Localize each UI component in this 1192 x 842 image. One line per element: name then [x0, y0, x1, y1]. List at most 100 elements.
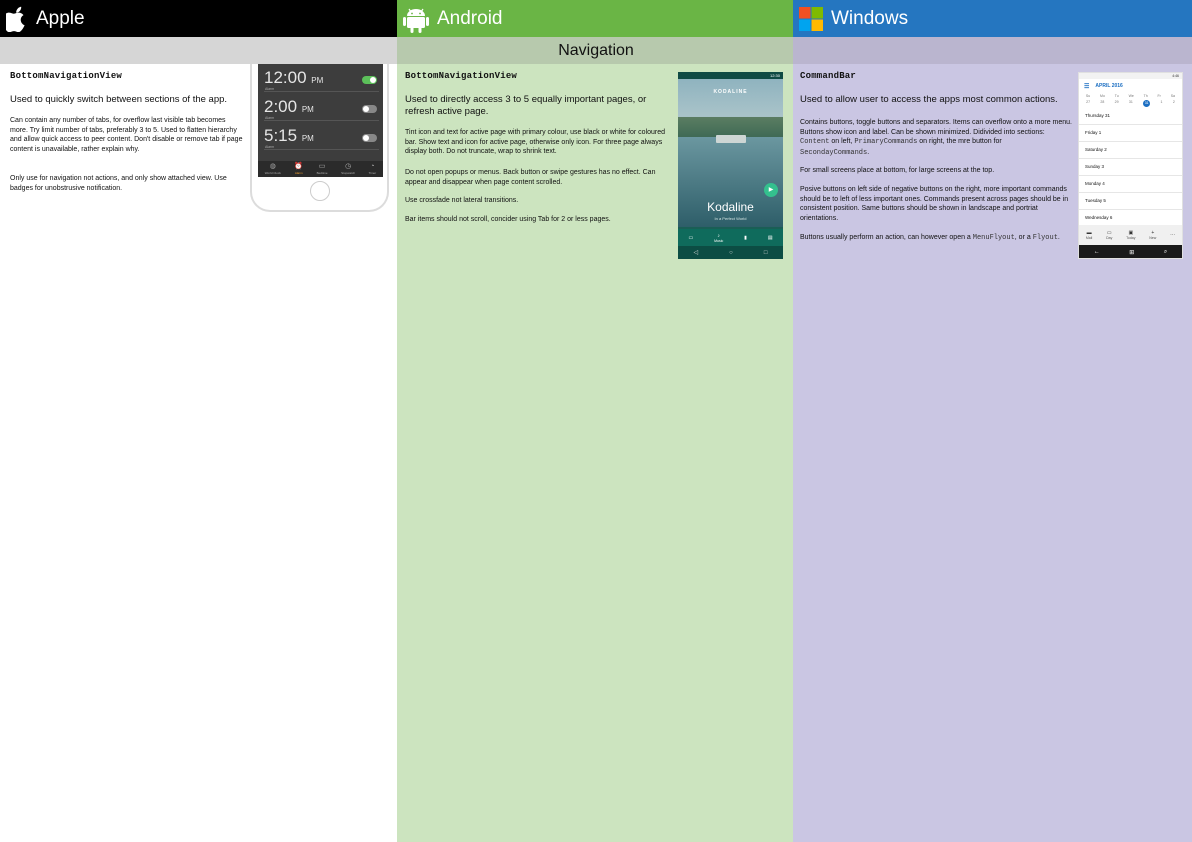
- command-day[interactable]: ▭ Day: [1106, 230, 1112, 240]
- command-today[interactable]: ▣ Today: [1126, 230, 1135, 240]
- alarm-toggle[interactable]: [362, 134, 377, 142]
- windows-start-icon[interactable]: ⊞: [1129, 249, 1134, 256]
- alarm-toggle[interactable]: [362, 76, 377, 84]
- recents-icon[interactable]: □: [764, 250, 768, 256]
- code-primary-commands: PrimaryCommands: [854, 138, 918, 146]
- globe-icon: ◍: [269, 163, 276, 170]
- command-label: Today: [1126, 236, 1136, 240]
- date-cell[interactable]: 1: [1161, 100, 1163, 107]
- windows-paragraph-3: Posive buttons on left side of negative …: [800, 186, 1069, 222]
- text-run: on right, the mre button for: [917, 138, 1002, 145]
- android-paragraph-1: Tint icon and text for active page with …: [405, 129, 666, 155]
- nav-item-newsstand[interactable]: ▤: [768, 235, 773, 241]
- apple-class-name: BottomNavigationView: [10, 71, 123, 81]
- command-label: New: [1149, 236, 1157, 240]
- tab-label: World Clock: [264, 171, 281, 175]
- home-icon[interactable]: ○: [729, 250, 733, 256]
- date-cell[interactable]: 29: [1115, 100, 1119, 107]
- windows-class-name: CommandBar: [800, 71, 857, 81]
- date-cell[interactable]: 2: [1173, 100, 1175, 107]
- weekday: Sa: [1170, 94, 1175, 98]
- alarm-row: 12:00 PM Alarm: [264, 66, 379, 92]
- iphone-screen: 12:00 PM Alarm 2:00 PM Alarm 5:15 PM Ala…: [258, 64, 383, 177]
- command-label: Mail: [1085, 236, 1093, 240]
- nav-item-music[interactable]: ♪ Music: [714, 233, 723, 243]
- agenda-day[interactable]: Saturday 2: [1079, 142, 1182, 159]
- agenda-day[interactable]: Monday 4: [1079, 176, 1182, 193]
- android-paragraph-3: Use crossfade not lateral transitions.: [405, 197, 519, 204]
- android-system-nav: ◁ ○ □: [678, 246, 783, 259]
- tab-label: Timer: [368, 171, 377, 175]
- text-run: , or a: [1014, 234, 1033, 241]
- apple-header: Apple: [0, 0, 397, 37]
- command-label: Day: [1106, 236, 1113, 240]
- windows-title: Windows: [831, 7, 909, 29]
- apple-paragraph-2: Only use for navigation not actions, and…: [10, 175, 227, 192]
- nav-item-tv[interactable]: ▭: [688, 235, 693, 241]
- alarm-toggle[interactable]: [362, 105, 377, 113]
- weekday: We: [1128, 94, 1134, 98]
- more-icon: ···: [1170, 232, 1176, 238]
- search-icon[interactable]: ⌕: [1164, 249, 1167, 256]
- code-content: Content: [800, 138, 830, 146]
- tab-world-clock[interactable]: ◍ World Clock: [265, 163, 281, 175]
- windows-column: CommandBar Used to allow user to access …: [793, 64, 1192, 842]
- android-lead: Used to directly access 3 to 5 equally i…: [405, 94, 647, 117]
- alarm-label: Alarm: [265, 116, 275, 120]
- text-run: on left,: [829, 138, 855, 145]
- text-run: Buttons usually perform an action, can h…: [800, 234, 973, 241]
- newsstand-icon: ▤: [767, 234, 773, 241]
- windows-lead: Used to allow user to access the apps mo…: [800, 94, 1058, 105]
- apple-logo-icon: [6, 6, 28, 32]
- agenda-day[interactable]: Sunday 3: [1079, 159, 1182, 176]
- windows-paragraph-2: For small screens place at bottom, for l…: [800, 167, 995, 174]
- date-cell[interactable]: 31: [1129, 100, 1133, 107]
- text-run: .: [1057, 234, 1060, 241]
- command-mail[interactable]: ▬ Mail: [1086, 230, 1092, 240]
- android-column: BottomNavigationView Used to directly ac…: [397, 64, 793, 842]
- section-title: Navigation: [558, 42, 634, 59]
- album-hero: KODALINE ▶ Kodaline In a Perfect World: [678, 79, 783, 227]
- agenda-day[interactable]: Tuesday 5: [1079, 193, 1182, 210]
- nav-label: Music: [714, 238, 724, 243]
- agenda-day[interactable]: Thursday 31: [1079, 108, 1182, 125]
- date-cell[interactable]: 27: [1086, 100, 1090, 107]
- tv-icon: ▭: [688, 234, 694, 241]
- tab-label: Stopwatch: [341, 171, 356, 175]
- text-run: Contains buttons, toggle buttons and sep…: [800, 119, 1072, 136]
- tab-label: Alarm: [294, 171, 303, 175]
- code-menuflyout: MenuFlyout: [972, 234, 1015, 242]
- calendar-titlebar: ☰ APRIL 2016: [1079, 79, 1182, 93]
- back-icon[interactable]: ←: [1094, 249, 1100, 255]
- status-bar: 12:30: [678, 72, 783, 79]
- hamburger-icon[interactable]: ☰: [1084, 83, 1089, 90]
- apple-title: Apple: [36, 7, 85, 29]
- home-button[interactable]: [310, 181, 330, 201]
- windows-paragraph-4: Buttons usually perform an action, can h…: [800, 233, 1072, 244]
- section-bar: Navigation: [0, 37, 1192, 64]
- alarm-ampm: PM: [311, 76, 324, 85]
- date-cell[interactable]: 28: [1100, 100, 1104, 107]
- tab-stopwatch[interactable]: ◷ Stopwatch: [341, 163, 355, 175]
- nav-item-books[interactable]: ▮: [744, 235, 747, 241]
- tab-bedtime[interactable]: ▭ Bedtime: [317, 163, 328, 175]
- command-more[interactable]: ···: [1170, 232, 1175, 238]
- band-name: KODALINE: [713, 89, 748, 95]
- tab-alarm[interactable]: ⏰ Alarm: [294, 163, 303, 175]
- alarm-icon: ⏰: [294, 163, 304, 170]
- album-subtitle: In a Perfect World: [714, 216, 747, 221]
- month-label[interactable]: APRIL 2016: [1095, 83, 1122, 89]
- back-icon[interactable]: ◁: [694, 249, 699, 256]
- apple-lead: Used to quickly switch between sections …: [10, 94, 228, 105]
- date-cell-selected[interactable]: 31: [1143, 100, 1151, 107]
- command-new[interactable]: + New: [1149, 230, 1156, 240]
- android-title: Android: [437, 7, 503, 29]
- agenda-day[interactable]: Friday 1: [1079, 125, 1182, 142]
- play-button[interactable]: ▶: [764, 183, 778, 197]
- alarm-label: Alarm: [265, 145, 275, 149]
- code-secondary-commands: SecondayCommands: [800, 148, 868, 157]
- weekday: Mo: [1100, 94, 1105, 98]
- apple-column: BottomNavigationView Used to quickly swi…: [0, 64, 397, 842]
- alarm-time: 2:00: [264, 97, 298, 116]
- tab-timer[interactable]: ◔ Timer: [369, 163, 377, 175]
